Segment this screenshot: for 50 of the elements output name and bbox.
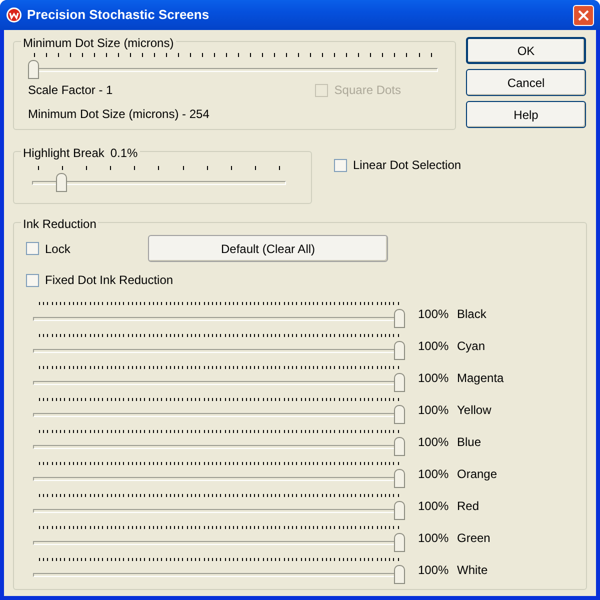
checkbox-label: Fixed Dot Ink Reduction: [45, 272, 174, 289]
ink-name: Yellow: [457, 402, 492, 419]
close-button[interactable]: [573, 4, 594, 26]
checkbox[interactable]: [26, 242, 39, 255]
slider-thumb[interactable]: [394, 437, 405, 456]
percent-text: 100%: [418, 466, 450, 483]
dialog-button[interactable]: Cancel: [466, 69, 586, 96]
group-title: Ink Reduction: [23, 216, 96, 233]
highlight-value: 0.1%: [110, 145, 138, 162]
checkbox-label: Lock: [45, 240, 70, 258]
group-title: Minimum Dot Size (microns): [23, 35, 174, 52]
percent-text: 100%: [418, 498, 450, 515]
dialog-button[interactable]: Default (Clear All): [148, 235, 388, 262]
ink-name: Blue: [457, 434, 482, 451]
slider-thumb[interactable]: [394, 469, 405, 488]
slider-thumb[interactable]: [56, 173, 68, 192]
ink-name: Magenta: [457, 370, 504, 387]
checkbox[interactable]: [334, 158, 347, 172]
checkbox-label: Linear Dot Selection: [353, 157, 462, 174]
slider-thumb[interactable]: [394, 309, 405, 328]
percent-text: 100%: [418, 338, 450, 355]
percent-text: 100%: [418, 306, 450, 323]
ink-name: White: [457, 562, 488, 579]
dialog-button[interactable]: Help: [466, 101, 586, 128]
slider-thumb[interactable]: [394, 405, 405, 424]
checkbox-label: Square Dots: [334, 82, 401, 99]
slider-thumb[interactable]: [394, 501, 405, 520]
scale-factor-text: Scale Factor - 1: [28, 82, 113, 99]
ink-name: Cyan: [457, 338, 486, 355]
checkbox[interactable]: [26, 274, 39, 286]
slider-thumb[interactable]: [394, 341, 405, 360]
window-title: Precision Stochastic Screens: [27, 6, 210, 24]
slider-thumb[interactable]: [394, 533, 405, 552]
percent-text: 100%: [418, 370, 450, 387]
ink-name: Orange: [457, 466, 498, 483]
percent-text: 100%: [418, 434, 450, 451]
ink-name: Red: [457, 498, 480, 515]
slider-thumb[interactable]: [28, 60, 39, 79]
slider-thumb[interactable]: [394, 565, 405, 584]
group-title: Highlight Break: [23, 145, 104, 162]
slider-thumb[interactable]: [394, 373, 405, 392]
ink-name: Green: [457, 530, 490, 547]
percent-text: 100%: [418, 562, 450, 579]
percent-text: 100%: [418, 402, 450, 419]
min-dot-size-text: Minimum Dot Size (microns) - 254: [28, 106, 210, 123]
ink-name: Black: [457, 306, 486, 323]
dialog-button[interactable]: OK: [466, 37, 586, 64]
app-logo-icon: [6, 7, 22, 23]
close-icon: [578, 10, 589, 20]
percent-text: 100%: [418, 530, 450, 547]
